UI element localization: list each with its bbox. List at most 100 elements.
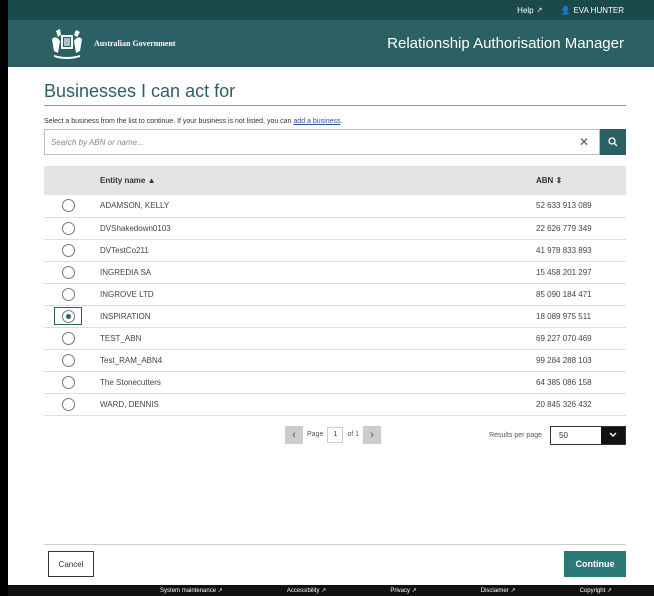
footer-link[interactable]: Copyright ↗ <box>580 587 612 594</box>
select-cell <box>44 239 100 261</box>
of-label: of <box>347 431 354 438</box>
entity-name-cell: The Stonecutters <box>100 377 161 387</box>
footer-link[interactable]: Disclaimer ↗ <box>481 587 516 594</box>
radio-focus-ring <box>54 307 82 325</box>
table-row[interactable]: WARD, DENNIS 20 845 326 432 <box>44 393 626 415</box>
coat-of-arms-icon <box>52 28 82 59</box>
search-button[interactable] <box>600 129 626 155</box>
continue-button[interactable]: Continue <box>564 551 626 577</box>
search-field: ✕ <box>44 129 600 155</box>
entity-name-cell: DVTestCo211 <box>100 245 149 255</box>
page-of-label: of 1 <box>347 431 359 438</box>
select-column-header <box>44 166 100 195</box>
prev-page-button[interactable]: ‹ <box>285 425 303 444</box>
abn-cell: 64 385 086 158 <box>536 377 592 387</box>
site-header: Australian Government Relationship Autho… <box>8 20 654 67</box>
abn-cell: 20 845 326 432 <box>536 399 592 409</box>
clear-icon[interactable]: ✕ <box>579 135 589 149</box>
footer-link-label: Privacy <box>390 588 410 594</box>
table-row[interactable]: TEST_ABN 69 227 070 469 <box>44 327 626 349</box>
abn-cell: 22 626 779 349 <box>536 223 592 233</box>
user-name: EVA HUNTER <box>573 5 624 15</box>
pagination-row: ‹ Page 1 of 1 › Results per page 50 <box>44 425 626 450</box>
abn-cell: 52 633 913 089 <box>536 201 592 211</box>
abn-cell: 85 090 184 471 <box>536 289 592 299</box>
select-cell <box>44 371 100 393</box>
results-per-page: Results per page 50 <box>489 425 626 445</box>
footer-link[interactable]: Accessibility ↗ <box>287 587 326 594</box>
radio-button[interactable] <box>62 199 75 213</box>
pagination: ‹ Page 1 of 1 › <box>285 425 382 444</box>
radio-button[interactable] <box>62 375 75 389</box>
page-label: Page <box>307 431 324 438</box>
external-link-icon: ↗ <box>411 588 417 594</box>
select-cell <box>44 195 100 217</box>
abn-cell: 15 458 201 297 <box>536 267 592 277</box>
entity-name-label: Entity name <box>100 176 146 185</box>
rpp-select[interactable]: 50 <box>550 425 626 445</box>
page-number-input[interactable]: 1 <box>327 426 344 443</box>
select-cell <box>44 283 100 305</box>
select-cell <box>44 261 100 283</box>
footer-link-label: Accessibility <box>286 588 320 594</box>
radio-button[interactable] <box>61 309 75 323</box>
cancel-button[interactable]: Cancel <box>48 551 94 577</box>
table-row[interactable]: INGROVE LTD 85 090 184 471 <box>44 283 626 305</box>
help-link[interactable]: Help ↗ <box>517 6 542 15</box>
add-business-link[interactable]: add a business <box>293 118 340 125</box>
radio-button[interactable] <box>62 265 75 279</box>
radio-dot <box>65 313 71 319</box>
abn-label: ABN <box>536 176 554 185</box>
footer-link-label: Copyright <box>579 588 606 594</box>
radio-button[interactable] <box>62 287 75 301</box>
select-cell <box>44 349 100 371</box>
form-actions: Cancel Continue <box>44 544 626 577</box>
rpp-label: Results per page <box>489 431 542 439</box>
entity-name-cell: ADAMSON, KELLY <box>100 201 170 211</box>
footer-link-label: System maintenance <box>160 588 217 594</box>
select-cell <box>44 305 100 327</box>
external-link-icon: ↗ <box>536 7 543 14</box>
entity-name-cell: INGROVE LTD <box>100 289 154 299</box>
table-row[interactable]: DVShakedown0103 22 626 779 349 <box>44 217 626 239</box>
radio-button[interactable] <box>62 221 75 235</box>
abn-cell: 69 227 070 469 <box>536 333 592 343</box>
intro-text: Select a business from the list to conti… <box>44 118 626 125</box>
external-link-icon: ↗ <box>217 588 223 594</box>
intro-end: . <box>340 118 343 125</box>
chevron-down-icon <box>601 426 625 444</box>
table-row[interactable]: Test_RAM_ABN4 99 284 288 103 <box>44 349 626 371</box>
radio-button[interactable] <box>62 353 75 367</box>
entity-name-header[interactable]: Entity name ▲ <box>100 166 536 195</box>
entity-name-cell: Test_RAM_ABN4 <box>100 355 163 365</box>
table-row[interactable]: INSPIRATION 18 089 975 511 <box>44 305 626 327</box>
abn-cell: 18 089 975 511 <box>536 311 592 321</box>
table-row[interactable]: DVTestCo211 41 978 833 893 <box>44 239 626 261</box>
brand[interactable]: Australian Government <box>46 27 176 61</box>
total-pages: 1 <box>355 431 360 438</box>
table-row[interactable]: INGREDIA SA 15 458 201 297 <box>44 261 626 283</box>
table-row[interactable]: ADAMSON, KELLY 52 633 913 089 <box>44 195 626 217</box>
abn-cell: 99 284 288 103 <box>536 355 592 365</box>
footer-link-label: Disclaimer <box>480 588 509 594</box>
next-page-button[interactable]: › <box>363 425 382 444</box>
entity-name-cell: TEST_ABN <box>100 333 142 343</box>
search-input[interactable] <box>51 137 579 147</box>
radio-button[interactable] <box>62 243 75 257</box>
search-icon <box>608 137 618 147</box>
select-cell <box>44 327 100 349</box>
entity-name-cell: INGREDIA SA <box>100 267 152 277</box>
table-row[interactable]: The Stonecutters 64 385 086 158 <box>44 371 626 393</box>
abn-header[interactable]: ABN ⇕ <box>536 166 626 195</box>
radio-button[interactable] <box>62 397 75 411</box>
radio-button[interactable] <box>62 331 75 345</box>
external-link-icon: ↗ <box>606 588 612 594</box>
search-bar: ✕ <box>44 129 626 155</box>
footer-link[interactable]: System maintenance ↗ <box>160 587 223 594</box>
user-menu[interactable]: 👤 EVA HUNTER <box>561 6 625 15</box>
table-header: Entity name ▲ ABN ⇕ <box>44 166 626 195</box>
site-footer: System maintenance ↗ Accessibility ↗ Priva… <box>8 585 654 596</box>
select-cell <box>44 217 100 239</box>
footer-link[interactable]: Privacy ↗ <box>390 587 416 594</box>
intro-copy: Select a business from the list to conti… <box>44 118 294 125</box>
